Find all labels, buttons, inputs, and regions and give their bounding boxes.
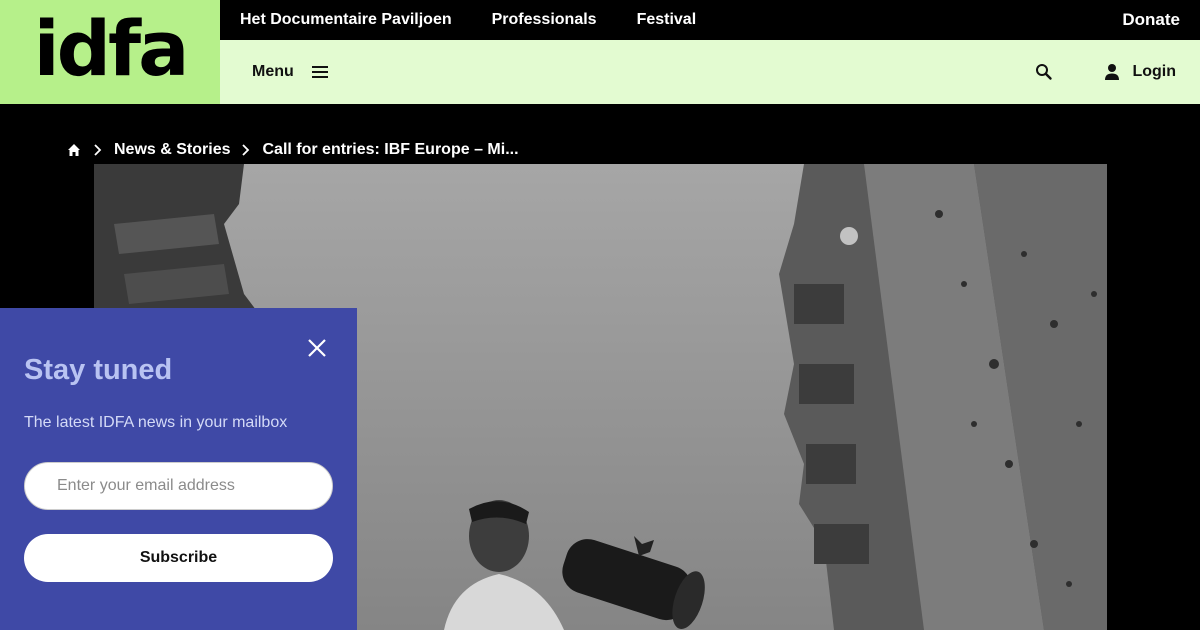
logo-text: idfa: [33, 4, 190, 93]
menu-button[interactable]: Menu: [252, 63, 328, 81]
email-field[interactable]: [24, 462, 333, 510]
subscribe-button[interactable]: Subscribe: [24, 534, 333, 582]
chevron-right-icon: [238, 142, 254, 158]
nav-link-festival[interactable]: Festival: [637, 11, 697, 29]
nav-link-professionals[interactable]: Professionals: [492, 11, 597, 29]
login-label: Login: [1132, 63, 1176, 80]
close-button[interactable]: [306, 337, 328, 359]
nav-link-paviljoen[interactable]: Het Documentaire Paviljoen: [240, 11, 452, 29]
menu-label: Menu: [252, 63, 294, 80]
breadcrumb: News & Stories Call for entries: IBF Eur…: [66, 138, 519, 162]
hamburger-icon: [311, 66, 328, 78]
breadcrumb-news-stories[interactable]: News & Stories: [114, 141, 230, 159]
user-icon: [1105, 64, 1120, 80]
top-nav: Het Documentaire Paviljoen Professionals…: [220, 0, 1200, 40]
search-icon: [1036, 64, 1053, 80]
main-nav-bar: Menu Login: [220, 40, 1200, 104]
logo[interactable]: idfa: [0, 0, 220, 104]
newsletter-subtitle: The latest IDFA news in your mailbox: [24, 414, 288, 431]
donate-link[interactable]: Donate: [1122, 10, 1180, 30]
newsletter-title: Stay tuned: [24, 354, 173, 386]
search-button[interactable]: [1034, 62, 1054, 82]
login-button[interactable]: Login: [1104, 63, 1176, 81]
breadcrumb-current-page: Call for entries: IBF Europe – Mi...: [262, 141, 519, 158]
home-link[interactable]: [66, 142, 82, 158]
chevron-right-icon: [90, 142, 106, 158]
close-icon: [308, 339, 326, 357]
home-icon: [68, 144, 80, 156]
